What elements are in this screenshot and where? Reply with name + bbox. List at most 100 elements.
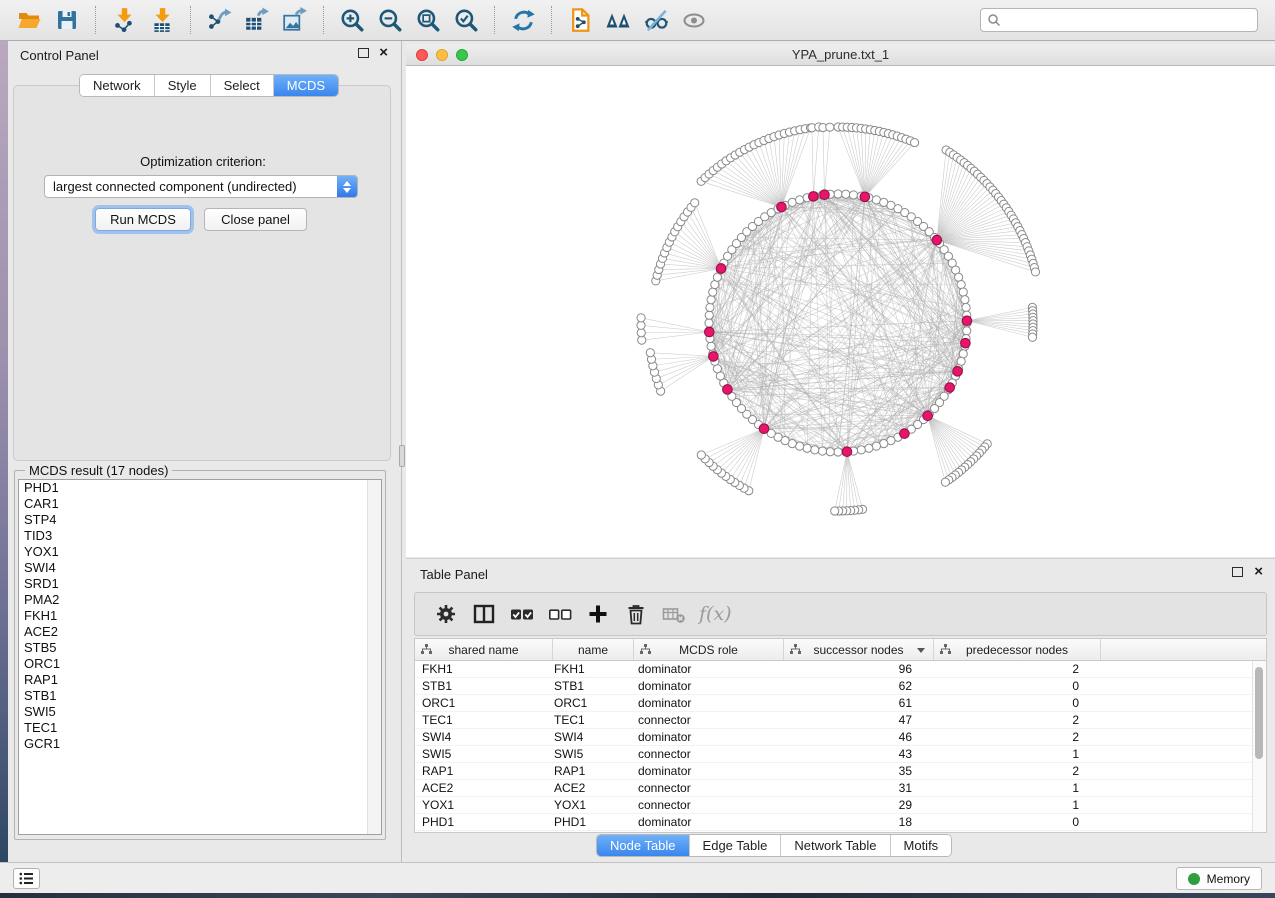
splitter-handle-icon[interactable] [399, 445, 405, 467]
table-cell: connector [628, 780, 778, 796]
import-network-button[interactable] [108, 4, 140, 36]
refresh-button[interactable] [507, 4, 539, 36]
mcds-result-item[interactable]: STP4 [19, 512, 381, 528]
mcds-result-item[interactable]: RAP1 [19, 672, 381, 688]
close-panel-icon[interactable]: × [1254, 566, 1263, 578]
zoom-out-button[interactable] [374, 4, 406, 36]
network-canvas[interactable] [406, 66, 1275, 557]
mcds-result-list[interactable]: PHD1CAR1STP4TID3YOX1SWI4SRD1PMA2FKH1ACE2… [18, 479, 382, 835]
desktop-background-strip [0, 893, 1275, 898]
optimization-criterion-select[interactable]: largest connected component (undirected) [44, 175, 358, 198]
network-search-field[interactable] [980, 8, 1258, 32]
mcds-result-item[interactable]: FKH1 [19, 608, 381, 624]
table-row[interactable]: FKH1FKH1dominator962 [415, 661, 1253, 678]
hierarchy-icon [940, 644, 951, 655]
column-header-predecessor-nodes[interactable]: predecessor nodes [934, 639, 1101, 660]
mcds-result-item[interactable]: TEC1 [19, 720, 381, 736]
import-table-button[interactable] [146, 4, 178, 36]
mcds-result-title: MCDS result (17 nodes) [25, 463, 172, 478]
table-row[interactable]: YOX1YOX1connector291 [415, 797, 1253, 814]
zoom-in-button[interactable] [336, 4, 368, 36]
network-from-document-button[interactable] [564, 4, 596, 36]
export-network-button[interactable] [203, 4, 235, 36]
tab-network[interactable]: Network [80, 75, 154, 96]
add-column-button[interactable] [581, 597, 615, 631]
search-network-button[interactable] [602, 4, 634, 36]
mcds-result-item[interactable]: CAR1 [19, 496, 381, 512]
hide-glasses-button[interactable] [640, 4, 672, 36]
close-panel-icon[interactable]: × [379, 47, 388, 59]
tab-motifs[interactable]: Motifs [890, 835, 952, 856]
float-panel-icon[interactable] [358, 48, 369, 58]
column-header-name[interactable]: name [553, 639, 634, 660]
tab-network-table[interactable]: Network Table [780, 835, 889, 856]
float-panel-icon[interactable] [1232, 567, 1243, 577]
table-row[interactable]: PHD1PHD1dominator180 [415, 814, 1253, 831]
table-scrollbar[interactable] [1252, 661, 1266, 832]
mcds-result-item[interactable]: ORC1 [19, 656, 381, 672]
delete-column-button[interactable] [619, 597, 653, 631]
mcds-list-scrollbar[interactable] [367, 480, 381, 834]
mcds-result-item[interactable]: ACE2 [19, 624, 381, 640]
hierarchy-icon [640, 644, 651, 655]
mcds-result-item[interactable]: PHD1 [19, 480, 381, 496]
column-header-shared-name[interactable]: shared name [415, 639, 553, 660]
table-cell: 2 [928, 729, 1095, 745]
search-input[interactable] [1005, 12, 1257, 28]
zoom-selected-button[interactable] [450, 4, 482, 36]
toolbar-separator [494, 6, 495, 34]
show-eye-button[interactable] [678, 4, 710, 36]
select-all-rows-button[interactable] [505, 597, 539, 631]
export-image-button[interactable] [279, 4, 311, 36]
table-row[interactable]: ORC1ORC1dominator610 [415, 695, 1253, 712]
open-file-button[interactable] [13, 4, 45, 36]
tab-style[interactable]: Style [154, 75, 210, 96]
mcds-result-item[interactable]: STB5 [19, 640, 381, 656]
memory-button[interactable]: Memory [1176, 867, 1262, 890]
table-row[interactable]: ACE2ACE2connector311 [415, 780, 1253, 797]
run-mcds-button[interactable]: Run MCDS [95, 208, 191, 231]
table-row[interactable]: SWI5SWI5connector431 [415, 746, 1253, 763]
toolbar-separator [95, 6, 96, 34]
save-session-button[interactable] [51, 4, 83, 36]
show-panels-button[interactable] [13, 868, 40, 889]
table-row[interactable]: STB1STB1dominator620 [415, 678, 1253, 695]
open-folder-icon [16, 8, 42, 32]
tab-edge-table[interactable]: Edge Table [689, 835, 781, 856]
tab-select[interactable]: Select [210, 75, 273, 96]
panel-splitter[interactable] [398, 41, 406, 862]
table-row[interactable]: RAP1RAP1dominator352 [415, 763, 1253, 780]
toolbar-separator [551, 6, 552, 34]
column-header-successor-nodes[interactable]: successor nodes [784, 639, 934, 660]
network-window-title: YPA_prune.txt_1 [406, 47, 1275, 62]
select-stepper-icon [337, 176, 357, 197]
mcds-result-item[interactable]: SWI5 [19, 704, 381, 720]
mcds-result-item[interactable]: SRD1 [19, 576, 381, 592]
tab-mcds[interactable]: MCDS [273, 75, 338, 96]
scrollbar-thumb[interactable] [1255, 667, 1263, 759]
memory-label: Memory [1207, 872, 1250, 886]
mcds-result-item[interactable]: STB1 [19, 688, 381, 704]
control-panel: Control Panel × Network Style Select MCD… [8, 41, 398, 862]
table-settings-button[interactable] [429, 597, 463, 631]
table-panel: Table Panel × [406, 558, 1275, 862]
close-panel-button[interactable]: Close panel [204, 208, 307, 231]
network-window-titlebar[interactable]: YPA_prune.txt_1 [406, 44, 1275, 66]
export-table-button[interactable] [241, 4, 273, 36]
main-toolbar [0, 0, 1275, 41]
table-cell: SWI5 [415, 746, 547, 762]
tab-node-table[interactable]: Node Table [597, 835, 689, 856]
mcds-result-item[interactable]: PMA2 [19, 592, 381, 608]
show-column-panel-button[interactable] [467, 597, 501, 631]
column-header-mcds-role[interactable]: MCDS role [634, 639, 784, 660]
zoom-fit-button[interactable] [412, 4, 444, 36]
mcds-result-item[interactable]: GCR1 [19, 736, 381, 752]
mcds-result-item[interactable]: SWI4 [19, 560, 381, 576]
mcds-result-item[interactable]: YOX1 [19, 544, 381, 560]
plus-icon [586, 602, 610, 626]
table-cell: ACE2 [415, 780, 547, 796]
mcds-result-item[interactable]: TID3 [19, 528, 381, 544]
deselect-all-rows-button[interactable] [543, 597, 577, 631]
table-row[interactable]: SWI4SWI4dominator462 [415, 729, 1253, 746]
table-row[interactable]: TEC1TEC1connector472 [415, 712, 1253, 729]
